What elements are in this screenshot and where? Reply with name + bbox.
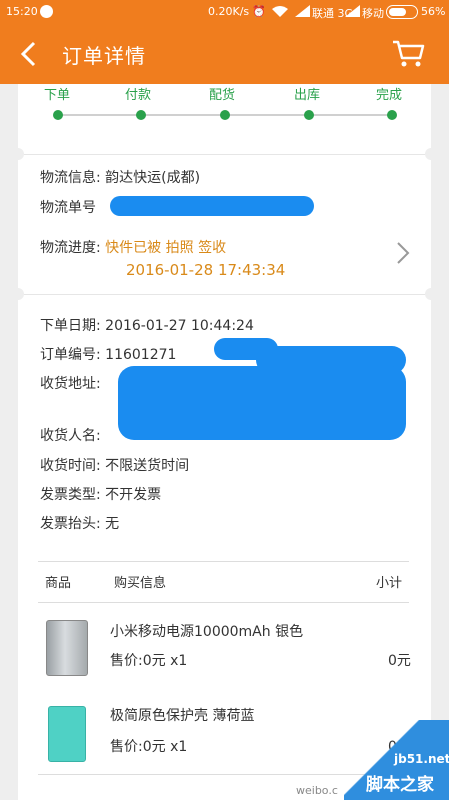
battery-percent: 56% (421, 5, 446, 18)
order-number-value: 11601271 (105, 347, 177, 363)
step-label: 出库 (294, 88, 321, 103)
step-dot (220, 110, 230, 120)
status-bar: 15:20 0.20K/s ⏰ 联通 3G 移动 56% (0, 0, 449, 24)
product-price: 售价:0元 x1 (110, 653, 188, 669)
step-label: 配货 (209, 88, 236, 103)
step-dot (136, 110, 146, 120)
order-date-label: 下单日期: (40, 318, 101, 334)
site-watermark-url: jb51.net (394, 752, 449, 766)
logistics-progress-time: 2016-01-28 17:43:34 (126, 261, 286, 279)
order-number-label: 订单编号: (40, 347, 101, 363)
step-label: 完成 (376, 88, 403, 103)
app-notification-icon (40, 5, 53, 18)
status-time: 15:20 (6, 5, 38, 18)
logistics-number-label: 物流单号 (40, 200, 96, 216)
divider (18, 294, 431, 295)
battery-icon (386, 5, 418, 19)
wifi-icon (271, 5, 289, 21)
site-watermark-name: 脚本之家 (366, 775, 434, 795)
invoice-title-value: 无 (105, 516, 120, 532)
signal-icon (345, 5, 360, 20)
product-price: 售价:0元 x1 (110, 739, 188, 755)
card-notch (425, 148, 437, 160)
network-speed: 0.20K/s (208, 5, 250, 18)
logistics-company: 物流信息: 韵达快运(成都) (40, 167, 200, 187)
alarm-icon: ⏰ (252, 5, 266, 18)
product-thumbnail-phone-case (48, 706, 86, 762)
shipping-address-label: 收货地址: (40, 376, 101, 392)
logistics-progress[interactable]: 物流进度: 快件已被 拍照 签收 (40, 237, 226, 257)
signal-icon (295, 5, 310, 20)
column-header-product: 商品 (45, 576, 72, 591)
order-date-value: 2016-01-27 10:44:24 (105, 318, 254, 334)
step-label: 下单 (44, 88, 71, 103)
table-divider (38, 602, 409, 603)
step-dot (387, 110, 397, 120)
logistics-progress-status: 快件已被 拍照 签收 (105, 240, 227, 256)
delivery-time: 收货时间: 不限送货时间 (40, 455, 189, 475)
card-notch (12, 148, 24, 160)
carrier-2: 移动 (362, 7, 384, 20)
step-dot (53, 110, 63, 120)
product-thumbnail-power-bank (46, 620, 88, 676)
back-arrow-icon[interactable] (18, 40, 40, 68)
redaction-mark (110, 196, 314, 216)
order-number: 订单编号: 11601271 (40, 344, 176, 364)
cart-icon[interactable] (392, 40, 426, 68)
invoice-type-value: 不开发票 (105, 487, 162, 503)
step-label: 付款 (125, 88, 152, 103)
logistics-company-label: 物流信息: (40, 170, 101, 186)
table-divider (38, 561, 409, 562)
card-notch (425, 288, 437, 300)
step-dot (304, 110, 314, 120)
invoice-title: 发票抬头: 无 (40, 513, 119, 533)
redaction-mark (118, 366, 406, 440)
logistics-company-value: 韵达快运(成都) (105, 170, 201, 186)
product-name: 极简原色保护壳 薄荷蓝 (110, 708, 255, 724)
card-notch (12, 288, 24, 300)
logistics-progress-label: 物流进度: (40, 240, 101, 256)
delivery-time-label: 收货时间: (40, 458, 101, 474)
product-name: 小米移动电源10000mAh 银色 (110, 624, 304, 640)
shipping-address: 收货地址: (40, 373, 101, 393)
invoice-type-label: 发票类型: (40, 487, 101, 503)
invoice-title-label: 发票抬头: (40, 516, 101, 532)
receiver-name: 收货人名: (40, 425, 101, 445)
logistics-number: 物流单号 (40, 197, 96, 217)
chevron-right-icon[interactable] (396, 241, 410, 265)
column-header-subtotal: 小计 (376, 576, 403, 591)
receiver-name-label: 收货人名: (40, 428, 101, 444)
product-subtotal: 0元 (388, 653, 411, 669)
title-bar: 订单详情 (0, 24, 449, 84)
column-header-purchase-info: 购买信息 (114, 576, 167, 591)
weibo-watermark: weibo.c (296, 784, 338, 797)
order-date: 下单日期: 2016-01-27 10:44:24 (40, 315, 254, 335)
order-detail-card: 下单 付款 配货 出库 完成 物流信息: 韵达快运(成都) 物流单号 物流进度:… (12, 84, 437, 800)
delivery-time-value: 不限送货时间 (105, 458, 190, 474)
invoice-type: 发票类型: 不开发票 (40, 484, 161, 504)
page-title: 订单详情 (62, 44, 146, 68)
divider (18, 154, 431, 155)
